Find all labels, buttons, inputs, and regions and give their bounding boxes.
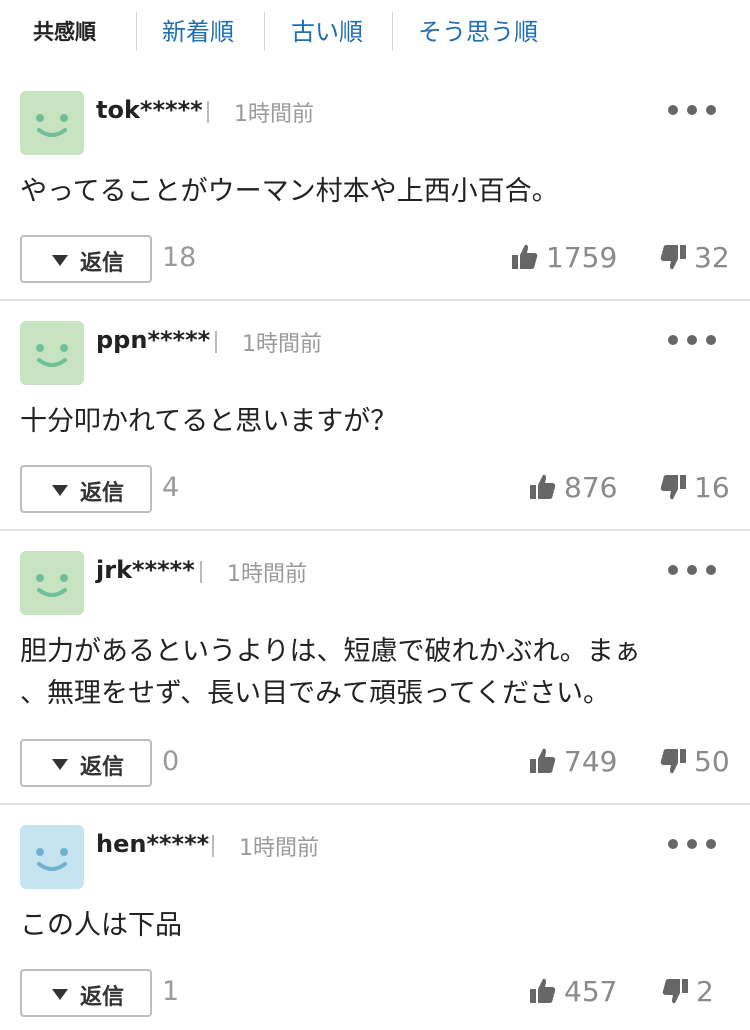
dislike-button[interactable]: 50 <box>658 742 733 782</box>
dislike-button[interactable]: 2 <box>660 972 720 1012</box>
divider <box>0 299 750 301</box>
divider <box>0 803 750 805</box>
dislike-count: 16 <box>694 471 730 504</box>
caret-down-icon <box>52 759 68 770</box>
reply-count: 4 <box>162 472 180 503</box>
thumbs-up-icon <box>530 748 556 773</box>
reply-label: 返信 <box>80 755 125 780</box>
like-count: 457 <box>564 975 618 1008</box>
like-count: 749 <box>564 745 618 778</box>
tab-divider <box>264 12 265 50</box>
thumbs-up-icon <box>512 244 538 269</box>
comment-username[interactable]: hen***** <box>96 830 209 858</box>
tab-oldest-order[interactable]: 古い順 <box>291 14 363 50</box>
dislike-button[interactable]: 16 <box>658 468 733 508</box>
tab-divider <box>136 12 137 50</box>
reply-count: 18 <box>162 242 197 273</box>
reply-button[interactable]: 返信 <box>20 235 152 283</box>
comment-timestamp: 1時間前 <box>239 836 319 861</box>
reply-button[interactable]: 返信 <box>20 465 152 513</box>
reply-button[interactable]: 返信 <box>20 739 152 787</box>
caret-down-icon <box>52 255 68 266</box>
like-count: 1759 <box>546 241 618 274</box>
caret-down-icon <box>52 485 68 496</box>
comment-timestamp: 1時間前 <box>227 562 307 587</box>
comment-timestamp: 1時間前 <box>242 332 322 357</box>
comment-username[interactable]: ppn***** <box>96 326 210 354</box>
thumbs-down-icon <box>660 475 686 500</box>
dislike-button[interactable]: 32 <box>658 238 733 278</box>
dislike-count: 2 <box>696 975 714 1008</box>
reply-count: 0 <box>162 746 180 777</box>
tab-empathy-order[interactable]: 共感順 <box>33 14 96 50</box>
comment-timestamp: 1時間前 <box>234 102 314 127</box>
tab-divider <box>392 12 393 50</box>
dislike-count: 50 <box>694 745 730 778</box>
like-count: 876 <box>564 471 618 504</box>
meta-divider <box>212 835 214 857</box>
smiley-face-icon <box>20 551 84 615</box>
sort-tabs: 共感順 新着順 古い順 そう思う順 <box>0 0 750 64</box>
divider <box>0 529 750 531</box>
thumbs-up-icon <box>530 978 556 1003</box>
comment-text: この人は下品 <box>20 910 182 941</box>
more-options-button[interactable] <box>668 832 716 856</box>
meta-divider <box>207 101 209 123</box>
like-button[interactable]: 457 <box>528 972 620 1012</box>
more-options-button[interactable] <box>668 98 716 122</box>
like-button[interactable]: 1759 <box>510 238 620 278</box>
reply-count: 1 <box>162 976 180 1007</box>
reply-button[interactable]: 返信 <box>20 969 152 1017</box>
comment-username[interactable]: tok***** <box>96 96 203 124</box>
comment-username[interactable]: jrk***** <box>96 556 195 584</box>
reply-label: 返信 <box>80 251 125 276</box>
reply-label: 返信 <box>80 481 125 506</box>
like-button[interactable]: 876 <box>528 468 620 508</box>
tab-agree-order[interactable]: そう思う順 <box>418 14 538 50</box>
smiley-face-icon <box>20 91 84 155</box>
reply-label: 返信 <box>80 985 125 1010</box>
comment-text: 胆力があるというよりは、短慮で破れかぶれ。まぁ 、無理をせず、長い目でみて頑張っ… <box>20 636 641 709</box>
smiley-face-icon <box>20 825 84 889</box>
smiley-face-icon <box>20 321 84 385</box>
thumbs-up-icon <box>530 474 556 499</box>
meta-divider <box>215 331 217 353</box>
comment-text: やってることがウーマン村本や上西小百合。 <box>20 176 559 207</box>
caret-down-icon <box>52 989 68 1000</box>
dislike-count: 32 <box>694 241 730 274</box>
like-button[interactable]: 749 <box>528 742 620 782</box>
more-options-button[interactable] <box>668 558 716 582</box>
meta-divider <box>200 561 202 583</box>
more-options-button[interactable] <box>668 328 716 352</box>
thumbs-down-icon <box>662 979 688 1004</box>
thumbs-down-icon <box>660 749 686 774</box>
tab-newest-order[interactable]: 新着順 <box>162 14 234 50</box>
comment-text: 十分叩かれてると思いますが？ <box>20 406 398 437</box>
thumbs-down-icon <box>660 245 686 270</box>
